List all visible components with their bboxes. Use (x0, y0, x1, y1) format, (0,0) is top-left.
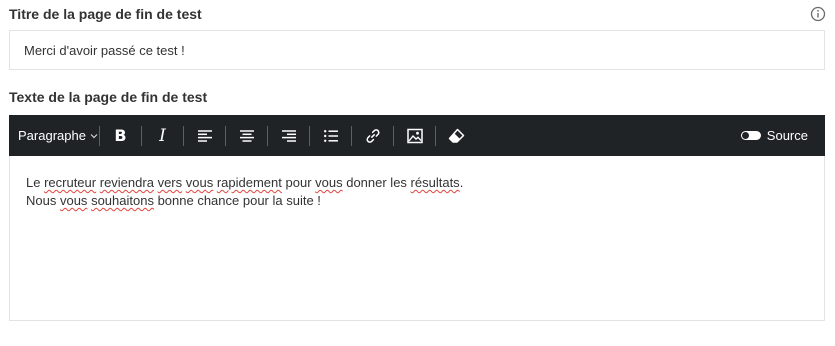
align-right-button[interactable] (268, 115, 309, 156)
link-button[interactable] (352, 115, 393, 156)
end-page-settings: Titre de la page de fin de test Texte de… (0, 0, 835, 346)
switch-knob (741, 132, 749, 139)
editor-paragraph-line-1: Le recruteur reviendra vers vous rapidem… (26, 175, 464, 190)
spellcheck-word: souhaitons (91, 193, 154, 208)
spellcheck-word: vous (315, 175, 343, 190)
spellcheck-word: vers (157, 175, 183, 190)
image-icon (406, 128, 423, 143)
rich-text-editor[interactable]: Le recruteur reviendra vers vous rapidem… (9, 156, 825, 321)
align-right-icon (281, 129, 296, 142)
title-field-label: Titre de la page de fin de test (9, 6, 202, 22)
spellcheck-word: résultats (410, 175, 460, 190)
source-label: Source (766, 128, 808, 143)
align-left-button[interactable] (184, 115, 225, 156)
bold-button[interactable]: B (100, 115, 141, 156)
text-field-label: Texte de la page de fin de test (9, 89, 208, 105)
align-center-icon (239, 129, 254, 142)
insert-image-button[interactable] (394, 115, 435, 156)
bulleted-list-icon (323, 129, 338, 142)
source-switch[interactable] (740, 131, 761, 140)
bulleted-list-button[interactable] (310, 115, 351, 156)
spellcheck-word: vous (59, 193, 88, 208)
spellcheck-word: recruteur (44, 175, 97, 190)
remove-format-button[interactable] (436, 115, 477, 156)
align-left-icon (197, 129, 212, 142)
editor-toolbar: Paragraphe B I Source (9, 115, 825, 156)
editor-paragraph-line-2: Nous vous souhaitons bonne chance pour l… (26, 193, 321, 208)
italic-icon: I (159, 125, 166, 146)
paragraph-format-dropdown[interactable]: Paragraphe (9, 115, 99, 156)
title-input[interactable] (9, 30, 825, 70)
bold-icon: B (114, 126, 127, 145)
spellcheck-word: reviendra (99, 175, 154, 190)
eraser-icon (448, 128, 465, 143)
align-center-button[interactable] (226, 115, 267, 156)
spellcheck-word: rapidement (216, 175, 282, 190)
chevron-down-icon (90, 133, 98, 138)
italic-button[interactable]: I (142, 115, 183, 156)
paragraph-format-label: Paragraphe (18, 128, 86, 143)
link-icon (366, 128, 379, 143)
info-icon[interactable] (810, 6, 826, 22)
source-toggle[interactable]: Source (740, 115, 825, 156)
spellcheck-word: vous (185, 175, 214, 190)
